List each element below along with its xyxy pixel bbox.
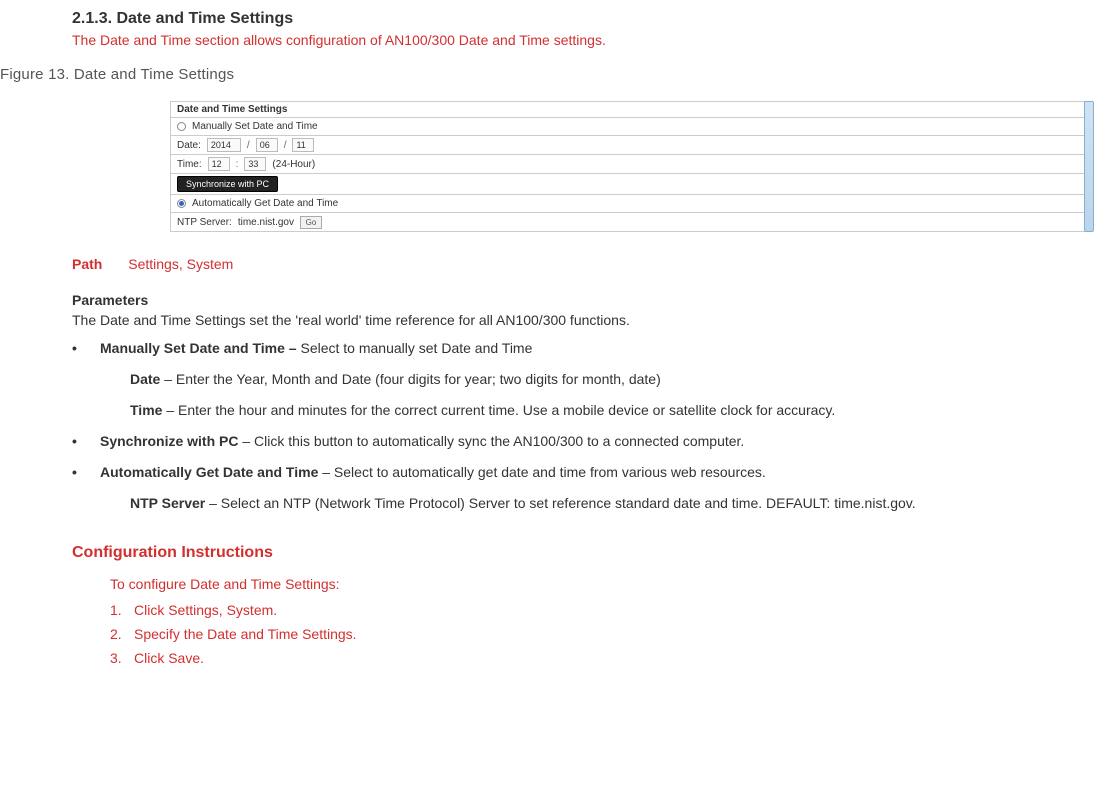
step-1-text: Click Settings, System. (134, 602, 277, 618)
param-ntp-sub: NTP Server – Select an NTP (Network Time… (130, 493, 1062, 514)
date-day-input[interactable]: 11 (292, 138, 314, 152)
ntp-go-button[interactable]: Go (300, 216, 322, 229)
param-ntp-desc: – Select an NTP (Network Time Protocol) … (205, 495, 915, 511)
time-min-input[interactable]: 33 (244, 157, 266, 171)
param-manual-desc: Select to manually set Date and Time (300, 340, 532, 356)
row-date: Date: 2014 / 06 / 11 (171, 136, 1089, 155)
param-date-sub: Date – Enter the Year, Month and Date (f… (130, 369, 1062, 390)
radio-auto-label: Automatically Get Date and Time (192, 198, 338, 209)
config-step-2: 2.Specify the Date and Time Settings. (110, 626, 1062, 642)
config-intro: To configure Date and Time Settings: (110, 576, 1062, 592)
param-time-sub: Time – Enter the hour and minutes for th… (130, 400, 1062, 421)
config-step-1: 1.Click Settings, System. (110, 602, 1062, 618)
config-steps: 1.Click Settings, System. 2.Specify the … (110, 602, 1062, 666)
ntp-value: time.nist.gov (238, 217, 294, 228)
row-sync: Synchronize with PC (171, 174, 1089, 195)
sync-pc-button[interactable]: Synchronize with PC (177, 176, 278, 192)
row-auto-radio: Automatically Get Date and Time (171, 195, 1089, 213)
date-month-input[interactable]: 06 (256, 138, 278, 152)
settings-panel: Date and Time Settings Manually Set Date… (170, 101, 1090, 232)
param-date-label: Date (130, 371, 160, 387)
step-3-text: Click Save. (134, 650, 204, 666)
param-time-desc: – Enter the hour and minutes for the cor… (162, 402, 835, 418)
ntp-label: NTP Server: (177, 217, 232, 228)
parameters-list-2: Synchronize with PC – Click this button … (72, 431, 1062, 483)
param-auto-title: Automatically Get Date and Time (100, 464, 318, 480)
param-manual: Manually Set Date and Time – Select to m… (72, 338, 1062, 359)
scrollbar-vertical[interactable] (1084, 101, 1094, 232)
row-manual-radio: Manually Set Date and Time (171, 118, 1089, 136)
parameters-heading: Parameters (72, 292, 1062, 308)
section-subtitle: The Date and Time section allows configu… (72, 32, 1102, 48)
figure-caption: Figure 13. Date and Time Settings (0, 66, 1102, 83)
time-format-label: (24-Hour) (272, 159, 315, 170)
radio-manual[interactable] (177, 122, 186, 131)
param-time-label: Time (130, 402, 162, 418)
step-1-num: 1. (110, 602, 134, 618)
date-sep-1: / (247, 140, 250, 151)
param-date-desc: – Enter the Year, Month and Date (four d… (160, 371, 660, 387)
param-manual-title: Manually Set Date and Time – (100, 340, 300, 356)
step-3-num: 3. (110, 650, 134, 666)
param-sync: Synchronize with PC – Click this button … (72, 431, 1062, 452)
radio-manual-label: Manually Set Date and Time (192, 121, 318, 132)
path-value: Settings, System (128, 256, 233, 272)
time-label: Time: (177, 159, 202, 170)
step-2-text: Specify the Date and Time Settings. (134, 626, 357, 642)
param-sync-desc: – Click this button to automatically syn… (238, 433, 744, 449)
path-label: Path (72, 256, 102, 272)
parameters-intro: The Date and Time Settings set the 'real… (72, 312, 1062, 328)
radio-auto[interactable] (177, 199, 186, 208)
config-heading: Configuration Instructions (72, 544, 1062, 562)
param-auto: Automatically Get Date and Time – Select… (72, 462, 1062, 483)
parameters-list: Manually Set Date and Time – Select to m… (72, 338, 1062, 359)
param-auto-desc: – Select to automatically get date and t… (318, 464, 765, 480)
figure-screenshot: Date and Time Settings Manually Set Date… (170, 101, 1090, 232)
section-title: 2.1.3. Date and Time Settings (72, 10, 1102, 28)
row-time: Time: 12 : 33 (24-Hour) (171, 155, 1089, 174)
time-hour-input[interactable]: 12 (208, 157, 230, 171)
date-label: Date: (177, 140, 201, 151)
param-sync-title: Synchronize with PC (100, 433, 238, 449)
date-sep-2: / (284, 140, 287, 151)
time-colon: : (236, 159, 239, 170)
path-row: Path Settings, System (72, 256, 1062, 272)
param-ntp-label: NTP Server (130, 495, 205, 511)
panel-title: Date and Time Settings (171, 102, 1089, 118)
row-ntp: NTP Server: time.nist.gov Go (171, 213, 1089, 231)
step-2-num: 2. (110, 626, 134, 642)
date-year-input[interactable]: 2014 (207, 138, 241, 152)
config-step-3: 3.Click Save. (110, 650, 1062, 666)
